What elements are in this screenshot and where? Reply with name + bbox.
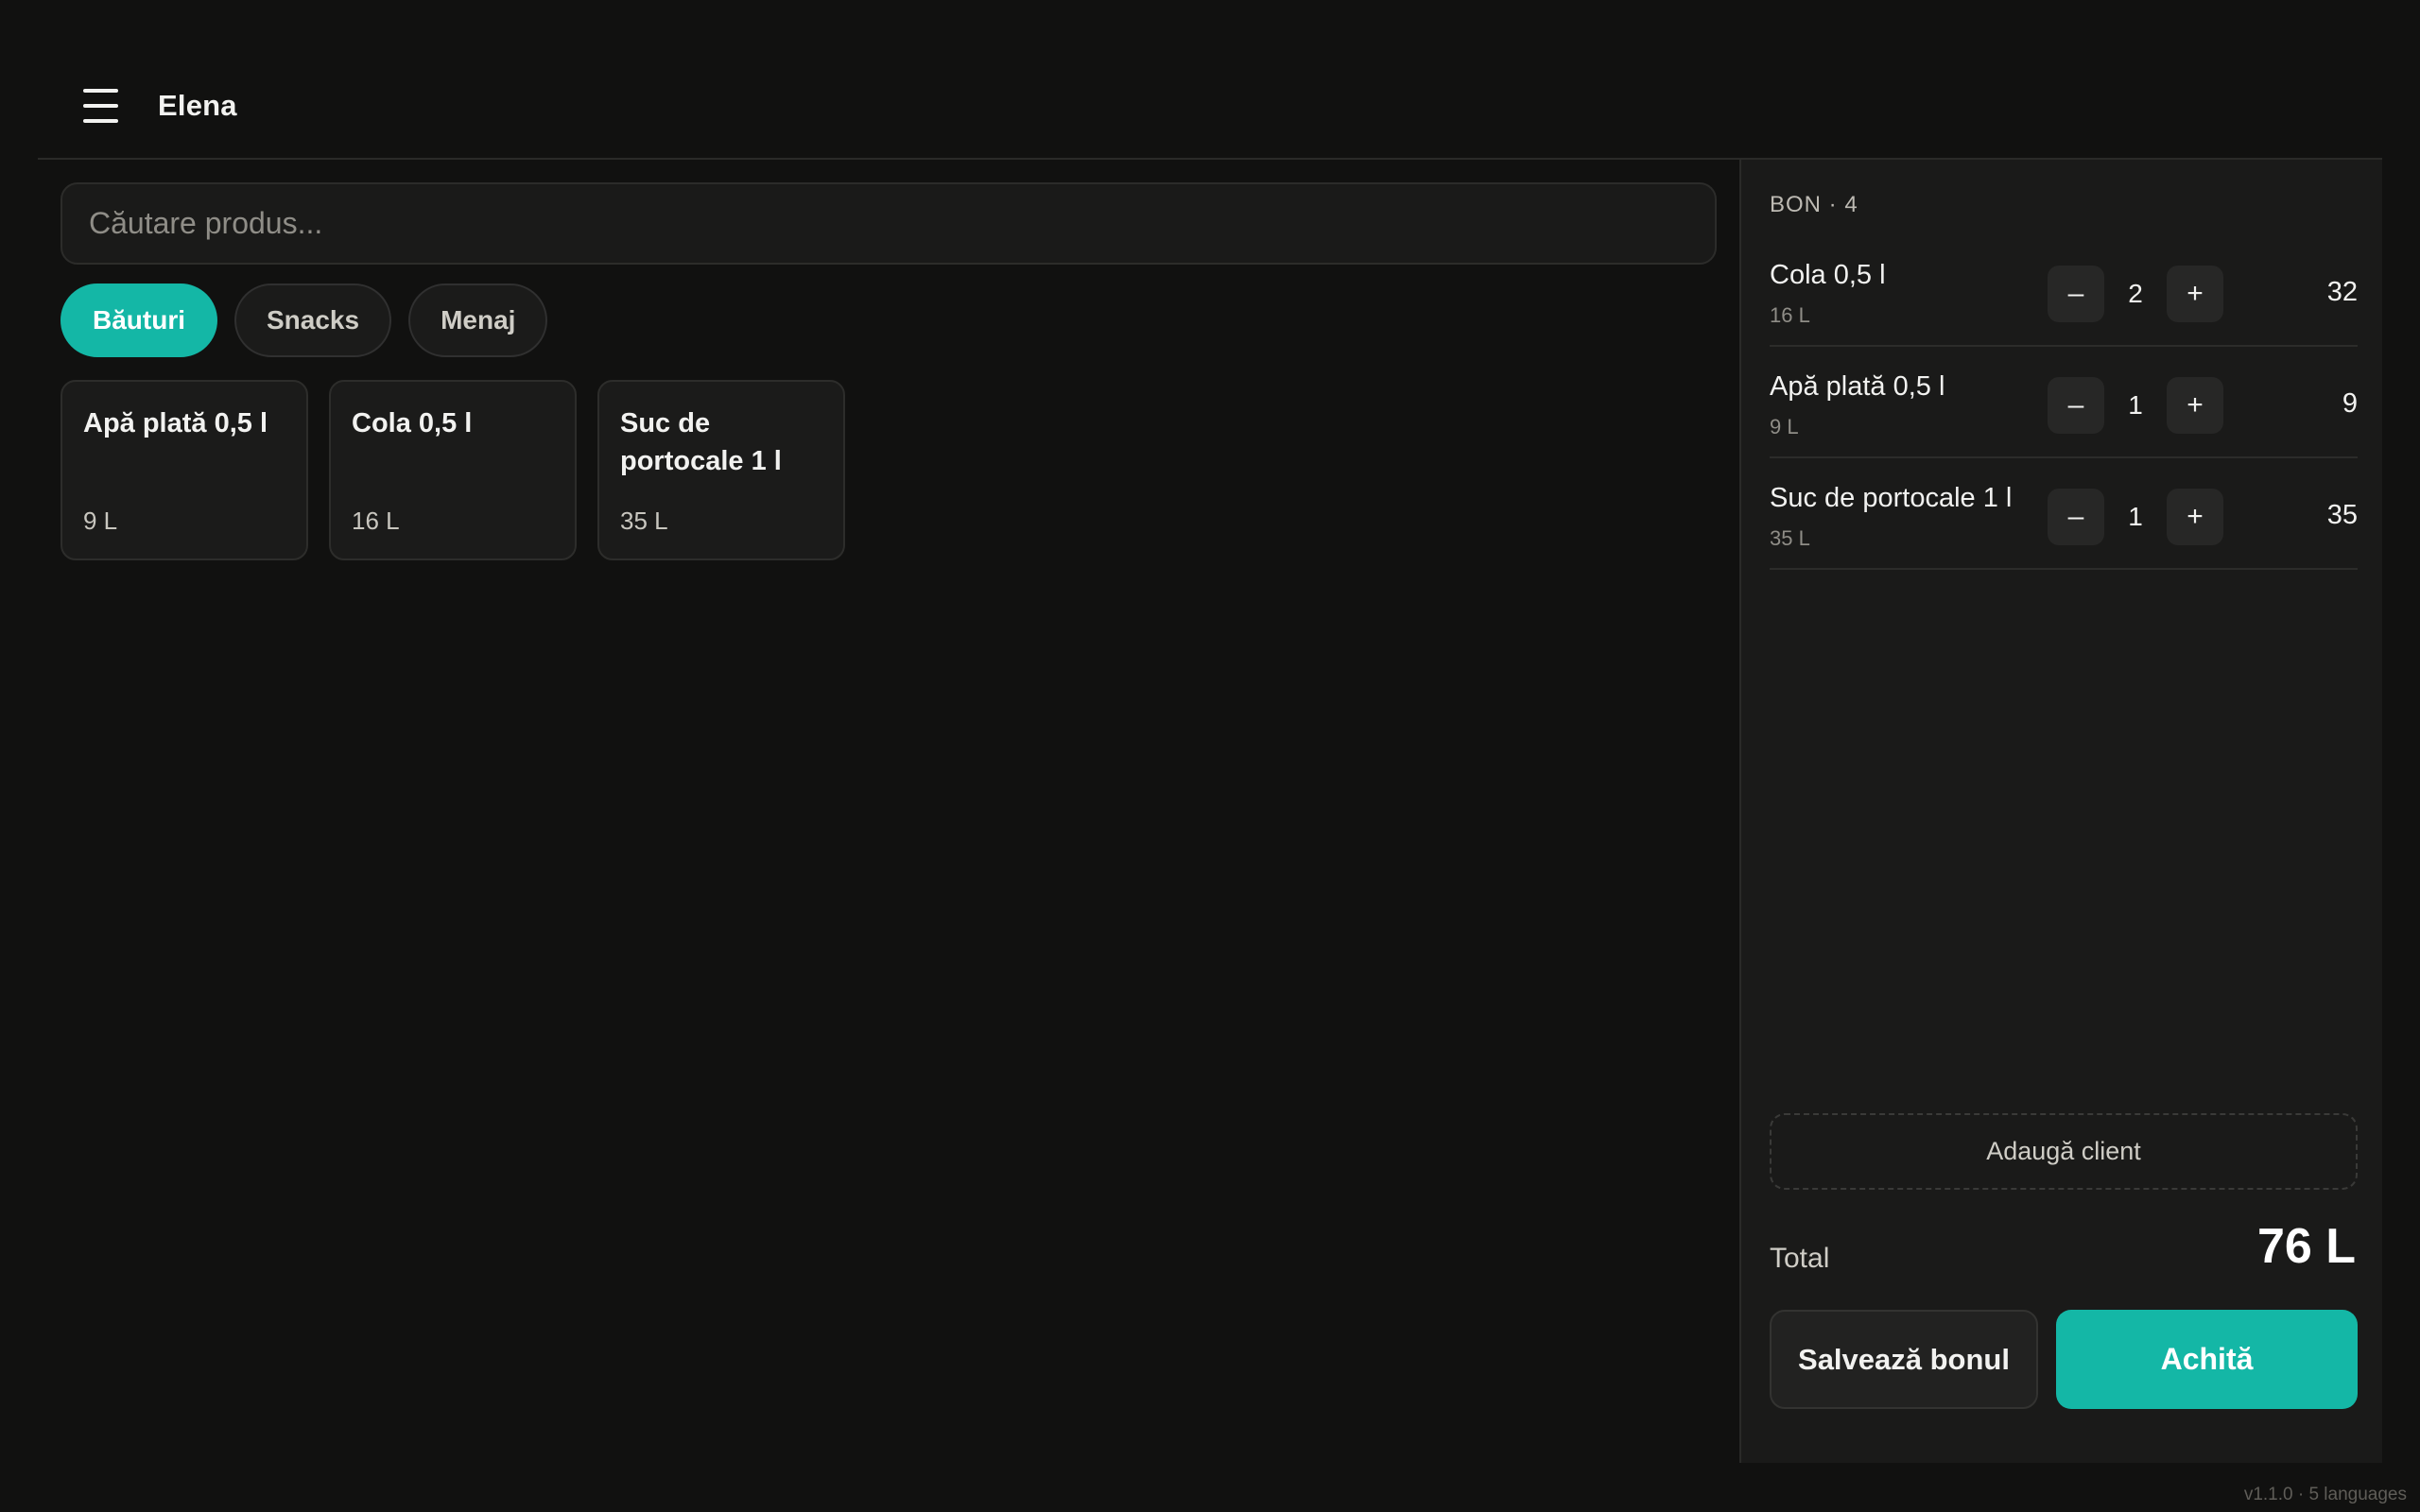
category-tab-menaj[interactable]: Menaj <box>408 284 548 357</box>
total-amount: 76 L <box>2256 1219 2356 1274</box>
line-product-name: Cola 0,5 l <box>1770 260 1886 290</box>
receipt-lines: Cola 0,5 l 16 L – 2 + 32 Apă plată 0,5 l… <box>1770 235 2358 570</box>
product-price: 9 L <box>83 507 118 535</box>
increase-qty-button[interactable]: + <box>2167 489 2223 545</box>
line-unit-price: 16 L <box>1770 303 1810 327</box>
product-grid: Apă plată 0,5 l 9 L Cola 0,5 l 16 L Suc … <box>60 380 845 560</box>
category-tab-bauturi[interactable]: Băuturi <box>60 284 217 357</box>
line-quantity: 1 <box>2128 390 2143 420</box>
category-tab-snacks[interactable]: Snacks <box>234 284 392 357</box>
increase-qty-button[interactable]: + <box>2167 377 2223 434</box>
category-tabs: Băuturi Snacks Menaj <box>60 284 548 357</box>
total-label: Total <box>1770 1243 1830 1274</box>
user-name: Elena <box>158 89 237 122</box>
product-search-input[interactable] <box>60 182 1717 265</box>
line-quantity: 2 <box>2128 279 2143 308</box>
product-card[interactable]: Apă plată 0,5 l 9 L <box>60 380 308 560</box>
decrease-qty-button[interactable]: – <box>2048 377 2104 434</box>
hamburger-menu-icon[interactable] <box>76 74 130 140</box>
line-total: 35 <box>2326 500 2358 530</box>
product-name: Suc de portocale 1 l <box>620 408 782 476</box>
menu-bar-line <box>83 104 118 108</box>
product-price: 35 L <box>620 507 668 535</box>
line-total: 32 <box>2326 277 2358 307</box>
line-product-name: Suc de portocale 1 l <box>1770 483 2013 513</box>
receipt-line: Suc de portocale 1 l 35 L – 1 + 35 <box>1770 458 2358 570</box>
menu-bar-line <box>83 119 118 123</box>
decrease-qty-button[interactable]: – <box>2048 266 2104 322</box>
top-bar: Elena <box>38 0 2382 160</box>
receipt-line: Apă plată 0,5 l 9 L – 1 + 9 <box>1770 347 2358 458</box>
product-card[interactable]: Suc de portocale 1 l 35 L <box>597 380 845 560</box>
add-client-button[interactable]: Adaugă client <box>1770 1113 2358 1190</box>
increase-qty-button[interactable]: + <box>2167 266 2223 322</box>
version-label: v1.1.0 · 5 languages <box>2243 1485 2407 1504</box>
line-unit-price: 9 L <box>1770 415 1799 438</box>
line-product-name: Apă plată 0,5 l <box>1770 371 1945 402</box>
line-total: 9 <box>2342 388 2358 419</box>
receipt-title: BON · 4 <box>1770 192 1858 217</box>
line-quantity: 1 <box>2128 502 2143 531</box>
line-unit-price: 35 L <box>1770 526 1810 550</box>
pos-app: Elena Băuturi Snacks Menaj Apă plată 0,5… <box>38 0 2382 1463</box>
receipt-panel: BON · 4 Cola 0,5 l 16 L – 2 + 32 Apă pla… <box>1739 160 2382 1463</box>
product-name: Cola 0,5 l <box>352 408 473 438</box>
pay-button[interactable]: Achită <box>2056 1310 2358 1409</box>
menu-bar-line <box>83 89 118 93</box>
receipt-line: Cola 0,5 l 16 L – 2 + 32 <box>1770 235 2358 347</box>
product-price: 16 L <box>352 507 400 535</box>
product-card[interactable]: Cola 0,5 l 16 L <box>329 380 577 560</box>
product-name: Apă plată 0,5 l <box>83 408 268 438</box>
save-receipt-button[interactable]: Salvează bonul <box>1770 1310 2038 1409</box>
decrease-qty-button[interactable]: – <box>2048 489 2104 545</box>
